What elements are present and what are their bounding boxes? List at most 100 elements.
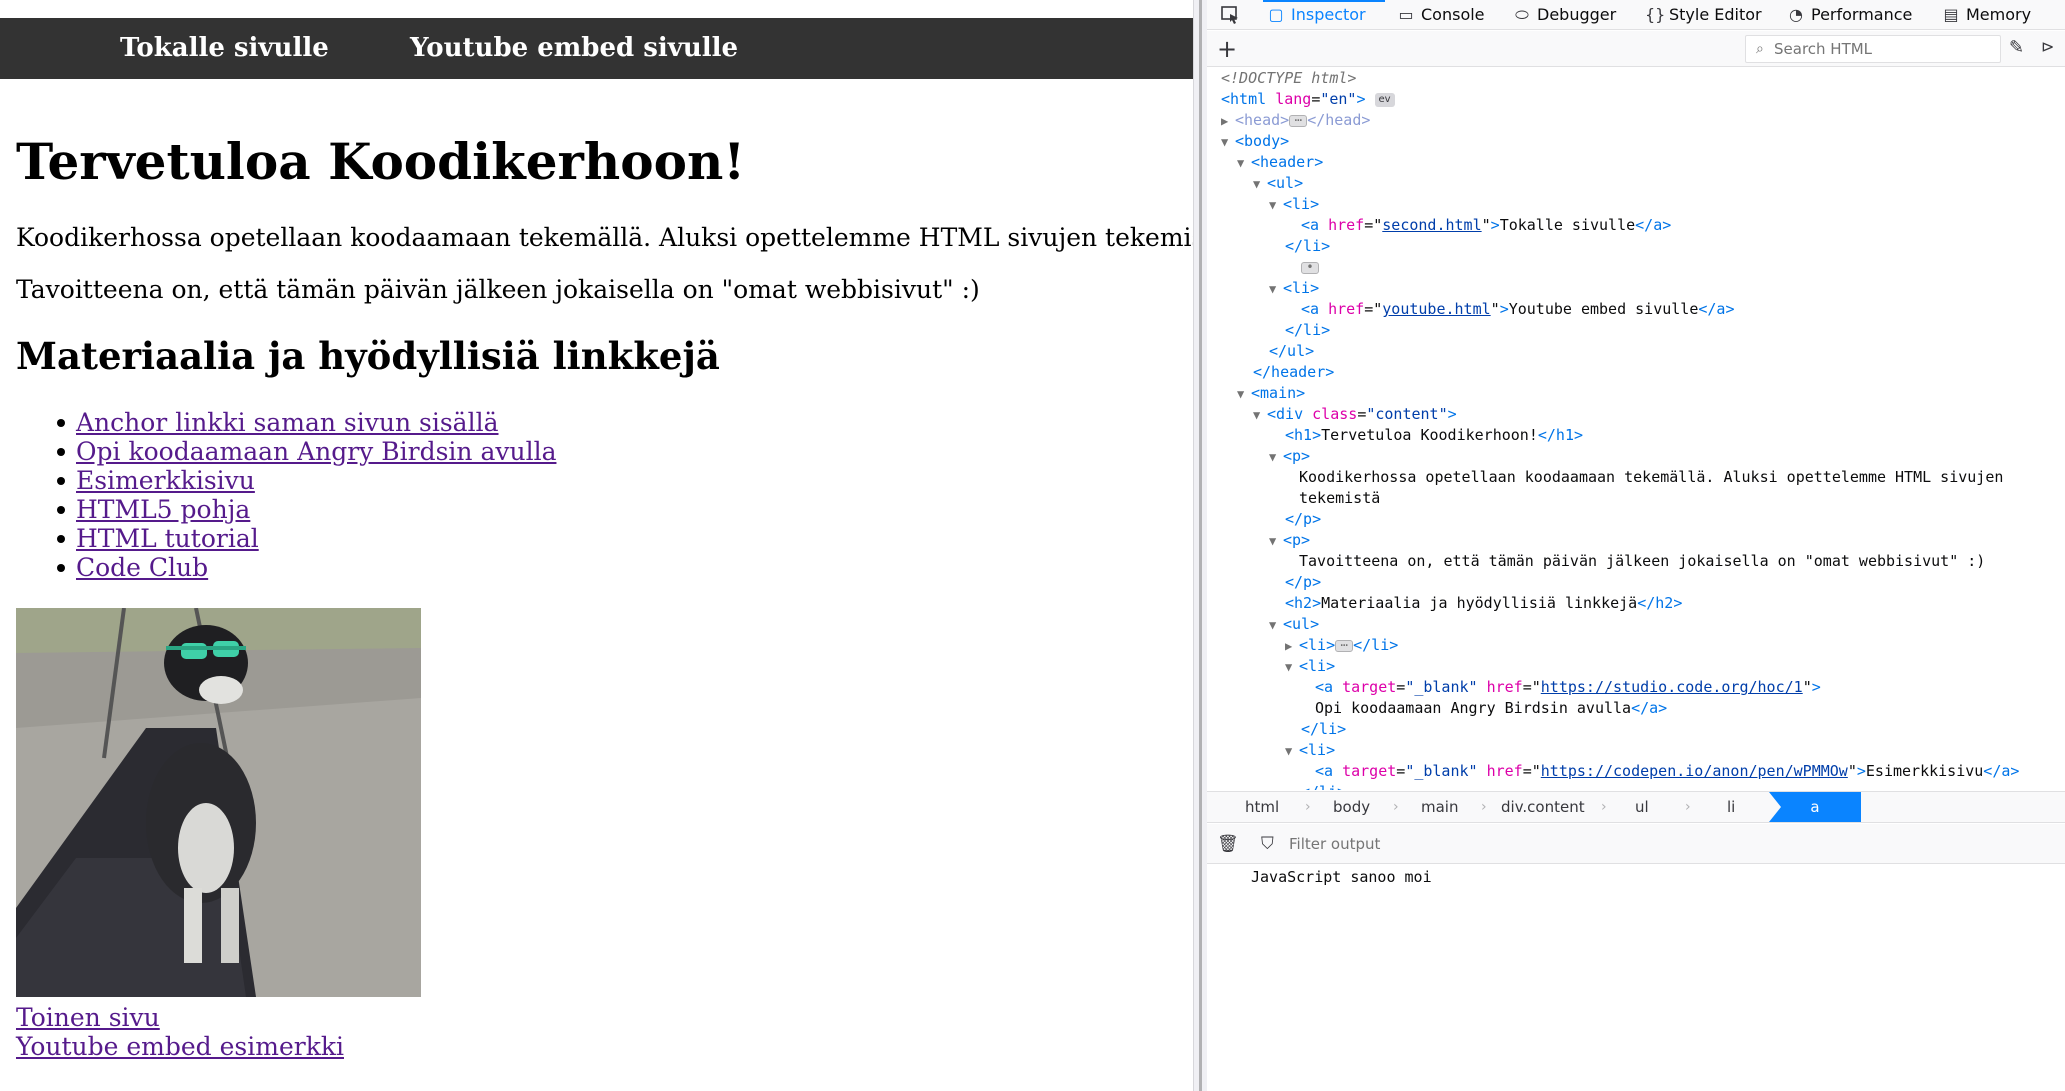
style-editor-icon: {} <box>1645 5 1666 24</box>
tab-inspector[interactable]: ▢ Inspector <box>1267 0 1365 30</box>
collapsed-ellipsis[interactable]: ⋯ <box>1335 639 1354 652</box>
markup-line[interactable]: ▼ <p> <box>1269 446 1310 467</box>
crumb-main[interactable]: main <box>1421 792 1458 822</box>
markup-line[interactable]: ▼ <header> <box>1237 152 1323 173</box>
collapse-twisty-icon[interactable]: ▼ <box>1269 447 1283 468</box>
markup-line[interactable]: • <box>1301 257 1319 278</box>
tab-memory[interactable]: ▤ Memory <box>1942 0 2031 30</box>
collapse-twisty-icon[interactable]: ▼ <box>1269 531 1283 552</box>
link-angry-birds[interactable]: Opi koodaamaan Angry Birdsin avulla <box>76 437 556 466</box>
attr-value[interactable]: https://studio.code.org/hoc/1 <box>1541 678 1803 696</box>
devtools-tabbar: ▢ Inspector ▭ Console ⬭ Debugger {} Style Ed… <box>1207 0 2065 30</box>
sidebar-toggle-icon[interactable]: ⊳ <box>2041 37 2054 56</box>
link-code-club[interactable]: Code Club <box>76 553 208 582</box>
trash-icon[interactable]: 🗑 <box>1217 834 1239 854</box>
markup-line[interactable]: <h1>Tervetuloa Koodikerhoon!</h1> <box>1285 425 1583 446</box>
nav-link-youtube-embed[interactable]: Youtube embed sivulle <box>410 18 738 79</box>
markup-line[interactable]: ▼ <div class="content"> <box>1253 404 1457 425</box>
link-html-tutorial[interactable]: HTML tutorial <box>76 524 259 553</box>
markup-line[interactable]: <html lang="en"> ev <box>1221 89 1395 110</box>
attr-value[interactable]: youtube.html <box>1382 300 1490 318</box>
markup-line[interactable]: <a target="_blank" href="https://codepen… <box>1315 761 2019 782</box>
search-html-input[interactable] <box>1774 38 1994 60</box>
markup-line[interactable]: </li> <box>1285 236 1330 257</box>
collapse-twisty-icon[interactable]: ▼ <box>1237 153 1251 174</box>
crumb-html[interactable]: html <box>1245 792 1279 822</box>
tab-console[interactable]: ▭ Console <box>1397 0 1484 30</box>
collapse-twisty-icon[interactable]: ▼ <box>1285 741 1299 762</box>
markup-line[interactable]: ▶ <li> ⋯ </li> <box>1285 635 1398 656</box>
markup-line[interactable]: ▼ <li> <box>1269 278 1319 299</box>
markup-line[interactable]: ▼ <li> <box>1269 194 1319 215</box>
markup-line[interactable]: ▼ <li> <box>1285 656 1335 677</box>
collapse-twisty-icon[interactable]: ▼ <box>1221 132 1235 153</box>
markup-line[interactable]: </li> <box>1301 782 1346 790</box>
markup-line: Koodikerhossa opetellaan koodaamaan teke… <box>1299 467 2003 488</box>
markup-line[interactable]: ▼ <p> <box>1269 530 1310 551</box>
markup-line[interactable]: ▼ <ul> <box>1269 614 1319 635</box>
link-esimerkkisivu[interactable]: Esimerkkisivu <box>76 466 255 495</box>
text-node: Koodikerhossa opetellaan koodaamaan teke… <box>1299 468 2004 486</box>
collapse-twisty-icon[interactable]: ▼ <box>1269 279 1283 300</box>
markup-line[interactable]: </p> <box>1285 509 1321 530</box>
markup-line[interactable]: ▼ <ul> <box>1253 173 1303 194</box>
section-title: Materiaalia ja hyödyllisiä linkkejä <box>16 334 720 378</box>
expand-twisty-icon[interactable]: ▶ <box>1221 111 1235 132</box>
expand-twisty-icon[interactable]: ▶ <box>1285 636 1299 657</box>
resource-link-list: Anchor linkki saman sivun sisällä Opi ko… <box>16 408 556 582</box>
whitespace-node-icon[interactable]: • <box>1301 261 1319 274</box>
element-picker-icon[interactable] <box>1219 4 1241 26</box>
markup-line[interactable]: </p> <box>1285 572 1321 593</box>
collapse-twisty-icon[interactable]: ▼ <box>1253 174 1267 195</box>
crumb-div-content[interactable]: div.content <box>1501 792 1585 822</box>
markup-line[interactable]: </ul> <box>1269 341 1314 362</box>
collapse-twisty-icon[interactable]: ▼ <box>1269 195 1283 216</box>
tab-performance[interactable]: ◔ Performance <box>1787 0 1912 30</box>
link-anchor[interactable]: Anchor linkki saman sivun sisällä <box>76 408 499 437</box>
collapsed-ellipsis[interactable]: ⋯ <box>1289 114 1308 127</box>
splitter-grip[interactable] <box>1199 0 1202 1091</box>
add-node-icon[interactable]: + <box>1217 34 1237 64</box>
eyedropper-icon[interactable]: ✎ <box>2009 37 2024 58</box>
link-toinen-sivu[interactable]: Toinen sivu <box>16 1003 344 1032</box>
tab-debugger[interactable]: ⬭ Debugger <box>1513 0 1616 30</box>
doctype-text: <!DOCTYPE html> <box>1221 69 1357 87</box>
collapse-twisty-icon[interactable]: ▼ <box>1285 657 1299 678</box>
nav-link-tokalle-sivulle[interactable]: Tokalle sivulle <box>120 18 329 79</box>
markup-line[interactable]: </li> <box>1285 320 1330 341</box>
markup-line[interactable]: <a href="second.html">Tokalle sivulle</a… <box>1301 215 1671 236</box>
markup-line[interactable]: <a href="youtube.html">Youtube embed siv… <box>1301 299 1735 320</box>
markup-line[interactable]: ▼ <body> <box>1221 131 1289 152</box>
link-html5-pohja[interactable]: HTML5 pohja <box>76 495 250 524</box>
page-title: Tervetuloa Koodikerhoon! <box>16 132 746 191</box>
attr-value: "_blank" <box>1405 678 1478 696</box>
crumb-li[interactable]: li <box>1727 792 1735 822</box>
crumb-a-selected[interactable]: a <box>1769 792 1861 822</box>
filter-output-input[interactable] <box>1289 832 1689 856</box>
attr-value[interactable]: https://codepen.io/anon/pen/wPMMOw <box>1541 762 1848 780</box>
event-badge[interactable]: ev <box>1374 92 1395 107</box>
collapse-twisty-icon[interactable]: ▼ <box>1237 384 1251 405</box>
collapse-twisty-icon[interactable]: ▼ <box>1253 405 1267 426</box>
markup-line[interactable]: <h2>Materiaalia ja hyödyllisiä linkkejä<… <box>1285 593 1682 614</box>
goal-paragraph: Tavoitteena on, että tämän päivän jälkee… <box>16 275 980 304</box>
markup-line: Tavoitteena on, että tämän päivän jälkee… <box>1299 551 1985 572</box>
markup-line[interactable]: ▼ <main> <box>1237 383 1305 404</box>
chevron-right-icon: › <box>1601 799 1607 815</box>
markup-line[interactable]: </li> <box>1301 719 1346 740</box>
markup-line[interactable]: ▶ <head> ⋯ </head> <box>1221 110 1370 131</box>
crumb-ul[interactable]: ul <box>1635 792 1649 822</box>
collapse-twisty-icon[interactable]: ▼ <box>1269 615 1283 636</box>
attr-value[interactable]: second.html <box>1382 216 1481 234</box>
tab-style-editor[interactable]: {} Style Editor <box>1645 0 1762 30</box>
crumb-body[interactable]: body <box>1333 792 1370 822</box>
devtools-splitter[interactable] <box>1193 0 1207 1091</box>
markup-line[interactable]: <a target="_blank" href="https://studio.… <box>1315 677 1821 698</box>
text-node: Youtube embed sivulle <box>1508 300 1699 318</box>
markup-line[interactable]: ▼ <li> <box>1285 740 1335 761</box>
chevron-right-icon: › <box>1685 799 1691 815</box>
tab-label: Debugger <box>1537 5 1617 24</box>
text-node: Materiaalia ja hyödyllisiä linkkejä <box>1321 594 1638 612</box>
markup-line[interactable]: </header> <box>1253 362 1334 383</box>
link-youtube-embed-esimerkki[interactable]: Youtube embed esimerkki <box>16 1032 344 1061</box>
